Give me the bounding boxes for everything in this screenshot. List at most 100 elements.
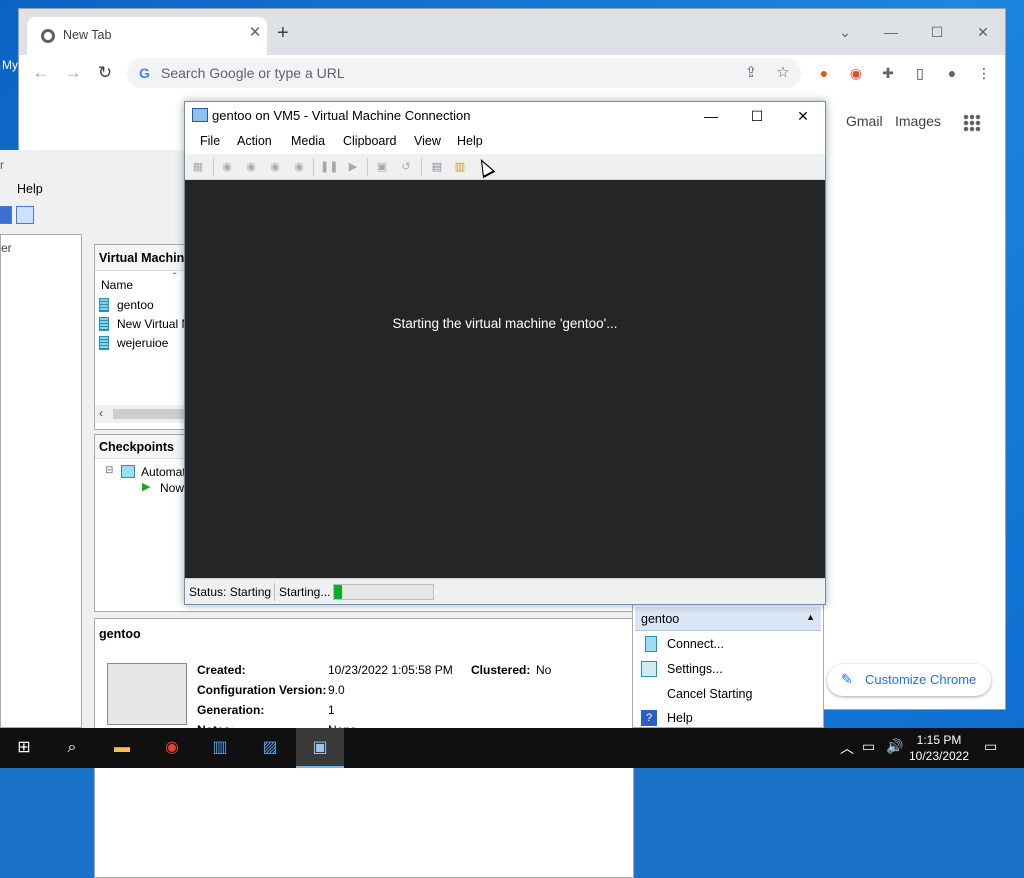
checkpoint-icon[interactable]: ▣ [374, 159, 390, 175]
action-label: Connect... [667, 637, 724, 651]
menu-view[interactable]: View [414, 134, 441, 148]
address-bar[interactable]: G Search Google or type a URL ⇪ ☆ [127, 58, 801, 88]
file-explorer-icon[interactable]: ▬ [98, 728, 146, 768]
vm-icon [99, 336, 109, 350]
desktop-icon-label[interactable]: My [2, 58, 18, 72]
taskbar-clock[interactable]: 1:15 PM 10/23/2022 [906, 732, 972, 764]
network-icon[interactable]: ▭ [862, 738, 875, 755]
reload-icon[interactable]: ↻ [93, 61, 117, 85]
resume-icon[interactable]: ▶ [345, 159, 361, 175]
server-manager-icon[interactable]: ▥ [196, 728, 244, 768]
turn-off-icon[interactable]: ◉ [243, 159, 259, 175]
menu-clipboard[interactable]: Clipboard [343, 134, 397, 148]
vm-screen[interactable]: Starting the virtual machine 'gentoo'... [185, 180, 825, 578]
photos-icon[interactable]: ▨ [246, 728, 294, 768]
chrome-tab-bar: New Tab ✕ + ⌄ — ☐ ✕ [19, 9, 1005, 55]
progress-fill [334, 585, 342, 599]
action-help[interactable]: ? Help [641, 707, 817, 729]
toolbar-separator [367, 158, 368, 176]
minimize-button[interactable]: — [868, 17, 914, 47]
show-pane-icon[interactable] [16, 206, 34, 224]
navigation-tree: er [0, 234, 82, 728]
help-toolbar-icon[interactable] [0, 206, 12, 224]
menu-action[interactable]: Action [237, 134, 272, 148]
scroll-thumb[interactable] [113, 409, 185, 419]
menu-file[interactable]: File [200, 134, 220, 148]
tab-title: New Tab [63, 28, 112, 42]
menu-help[interactable]: Help [17, 182, 43, 196]
tab-close-icon[interactable]: ✕ [245, 23, 265, 43]
actions-header[interactable]: gentoo ▲ [635, 607, 821, 631]
vm-thumbnail [107, 663, 187, 725]
maximize-button[interactable]: ☐ [914, 17, 960, 47]
chrome-menu-icon[interactable]: ⋮ [974, 63, 994, 83]
tree-item-fragment[interactable]: er [1, 241, 12, 255]
checkpoints-title: Checkpoints [99, 440, 175, 454]
volume-icon[interactable]: 🔊 [886, 738, 903, 755]
show-hidden-icons-icon[interactable]: ︿ [840, 738, 854, 758]
share-icon[interactable]: ⇪ [741, 63, 761, 83]
bookmark-star-icon[interactable]: ☆ [773, 63, 793, 83]
tab-search-icon[interactable]: ⌄ [822, 17, 868, 47]
help-icon: ? [641, 710, 657, 726]
checkpoint-now-label[interactable]: Now [160, 481, 184, 495]
extension-record-icon[interactable]: ◉ [846, 63, 866, 83]
gmail-link[interactable]: Gmail [846, 113, 883, 129]
menu-help[interactable]: Help [457, 134, 483, 148]
hyperv-title-fragment: r [0, 158, 4, 172]
collapse-arrow-icon[interactable]: ▲ [806, 612, 815, 622]
clock-date: 10/23/2022 [908, 749, 970, 763]
customize-chrome-button[interactable]: ✎ Customize Chrome [827, 664, 991, 696]
minimize-button[interactable]: — [688, 102, 734, 130]
vm-status-message: Starting the virtual machine 'gentoo'... [392, 316, 618, 331]
status-text: Status: Starting [189, 585, 272, 599]
close-button[interactable]: ✕ [960, 17, 1006, 47]
shutdown-icon[interactable]: ◉ [267, 159, 283, 175]
config-version-label: Configuration Version: [197, 683, 327, 697]
search-icon[interactable]: ⌕ [48, 728, 96, 768]
notifications-icon[interactable]: ▭ [984, 738, 997, 755]
toolbar-separator [213, 158, 214, 176]
action-label: Help [667, 711, 693, 725]
google-apps-icon[interactable] [963, 114, 981, 132]
ctrl-alt-del-icon[interactable]: ▦ [190, 159, 206, 175]
vm-connection-titlebar[interactable]: gentoo on VM5 - Virtual Machine Connecti… [185, 102, 825, 130]
chrome-icon[interactable]: ◉ [148, 728, 196, 768]
extensions-puzzle-icon[interactable]: ✚ [878, 63, 898, 83]
vm-name: gentoo [117, 298, 154, 312]
tab-new-tab[interactable]: New Tab ✕ [27, 17, 267, 55]
hyperv-taskbar-icon[interactable]: ▣ [296, 728, 344, 768]
extension-fire-icon[interactable]: ● [814, 63, 834, 83]
menu-media[interactable]: Media [291, 134, 325, 148]
back-icon[interactable]: ← [29, 61, 53, 85]
pause-icon[interactable]: ❚❚ [320, 159, 338, 175]
vm-name: wejeruioe [117, 336, 169, 350]
actions-header-title: gentoo [641, 612, 680, 626]
new-tab-button[interactable]: + [277, 23, 289, 43]
action-connect[interactable]: Connect... [641, 633, 817, 655]
side-panel-icon[interactable]: ▯ [910, 63, 930, 83]
maximize-button[interactable]: ☐ [734, 102, 780, 130]
customize-chrome-label: Customize Chrome [865, 672, 977, 687]
vm-icon [99, 298, 109, 312]
action-cancel-starting[interactable]: Cancel Starting [641, 683, 817, 705]
action-settings[interactable]: Settings... [641, 658, 817, 680]
generation-value: 1 [328, 703, 335, 717]
share-icon[interactable]: ▥ [452, 159, 468, 175]
actions-panel: gentoo ▲ Connect... Settings... Cancel S… [632, 604, 824, 728]
settings-icon [641, 661, 657, 677]
forward-icon[interactable]: → [61, 61, 85, 85]
collapse-icon[interactable]: ⊟ [105, 465, 113, 476]
action-label: Settings... [667, 662, 723, 676]
save-icon[interactable]: ◉ [291, 159, 307, 175]
profile-avatar-icon[interactable]: ● [942, 63, 962, 83]
enhanced-session-icon[interactable]: ▤ [429, 159, 445, 175]
created-label: Created: [197, 663, 246, 677]
column-header-name[interactable]: Name [101, 278, 133, 292]
close-button[interactable]: ✕ [780, 102, 826, 130]
images-link[interactable]: Images [895, 113, 941, 129]
start-button[interactable]: ⊞ [0, 728, 48, 768]
revert-icon[interactable]: ↺ [398, 159, 414, 175]
scroll-left-icon[interactable]: ‹ [99, 406, 103, 420]
start-icon[interactable]: ◉ [219, 159, 235, 175]
